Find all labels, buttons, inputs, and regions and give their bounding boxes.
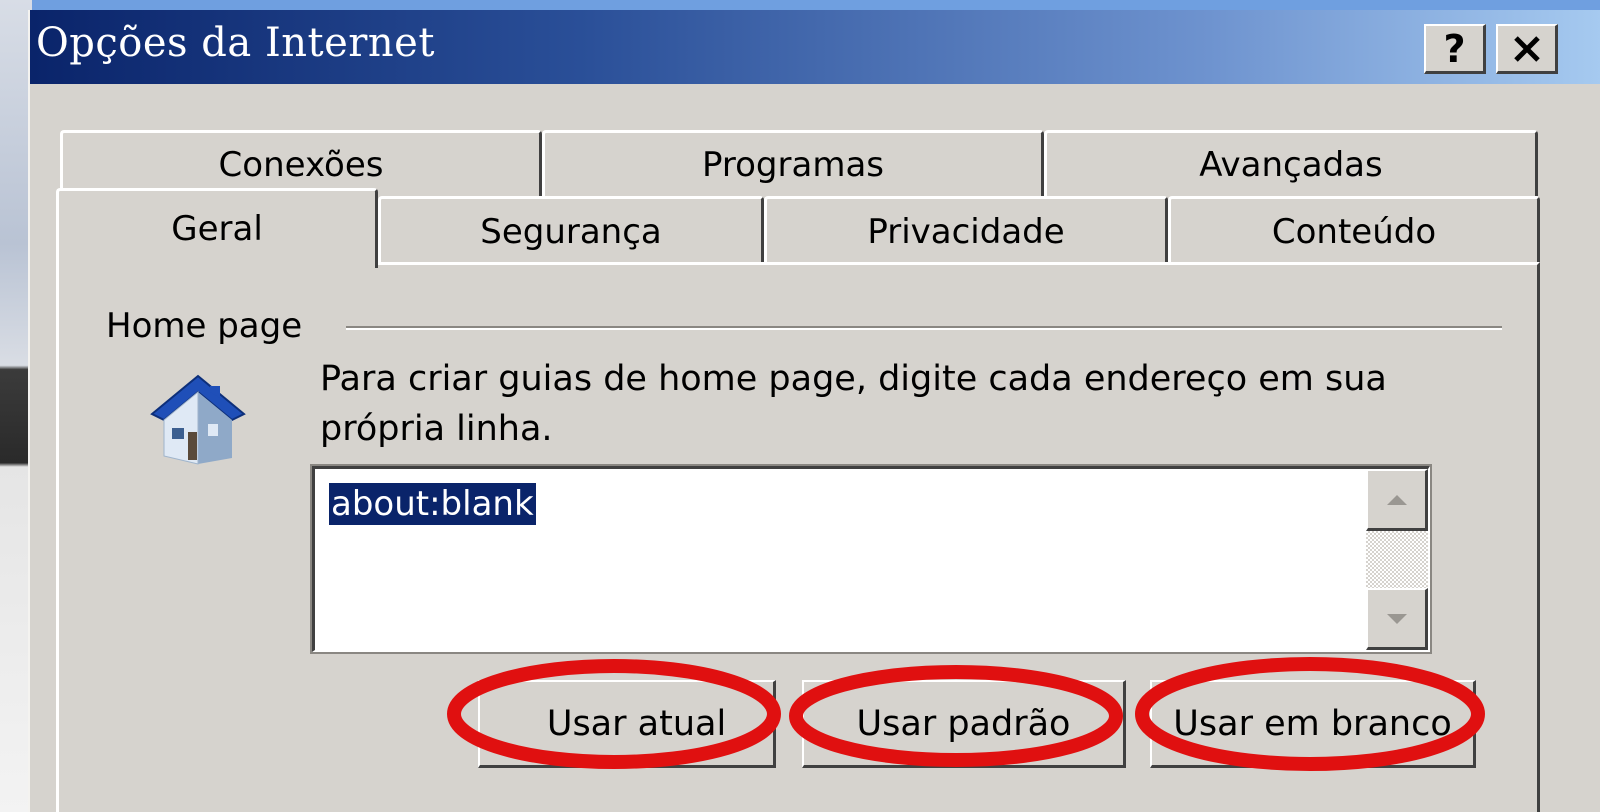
internet-options-dialog: Opções da Internet ? Conexões Programas … xyxy=(28,10,1600,812)
home-page-instructions: Para criar guias de home page, digite ca… xyxy=(320,359,1387,449)
tab-programas[interactable]: Programas xyxy=(542,130,1044,196)
vertical-scrollbar[interactable] xyxy=(1366,469,1428,650)
window-title: Opções da Internet xyxy=(36,20,435,66)
title-bar[interactable]: Opções da Internet ? xyxy=(30,10,1600,84)
scroll-up-button[interactable] xyxy=(1366,469,1428,531)
tab-privacidade[interactable]: Privacidade xyxy=(764,196,1168,264)
home-page-value[interactable]: about:blank xyxy=(329,483,536,525)
close-button[interactable] xyxy=(1496,24,1558,74)
use-blank-button[interactable]: Usar em branco xyxy=(1150,680,1476,768)
arrow-up-icon xyxy=(1386,494,1407,505)
tab-conexoes[interactable]: Conexões xyxy=(60,130,542,196)
arrow-down-icon xyxy=(1386,613,1407,624)
use-current-button[interactable]: Usar atual xyxy=(478,680,776,768)
house-icon xyxy=(150,374,246,465)
tab-conteudo[interactable]: Conteúdo xyxy=(1168,196,1540,264)
home-page-group-label: Home page xyxy=(106,306,303,346)
help-button[interactable]: ? xyxy=(1424,24,1486,74)
tab-geral[interactable]: Geral xyxy=(56,188,378,268)
close-icon xyxy=(1513,35,1540,62)
tab-seguranca[interactable]: Segurança xyxy=(378,196,764,264)
scroll-down-button[interactable] xyxy=(1366,588,1428,650)
home-page-textarea[interactable]: about:blank xyxy=(310,464,1432,654)
group-divider xyxy=(346,326,1502,330)
use-default-button[interactable]: Usar padrão xyxy=(802,680,1126,768)
screenshot-stage: Opções da Internet ? Conexões Programas … xyxy=(0,0,1600,812)
tab-avancadas[interactable]: Avançadas xyxy=(1044,130,1538,196)
